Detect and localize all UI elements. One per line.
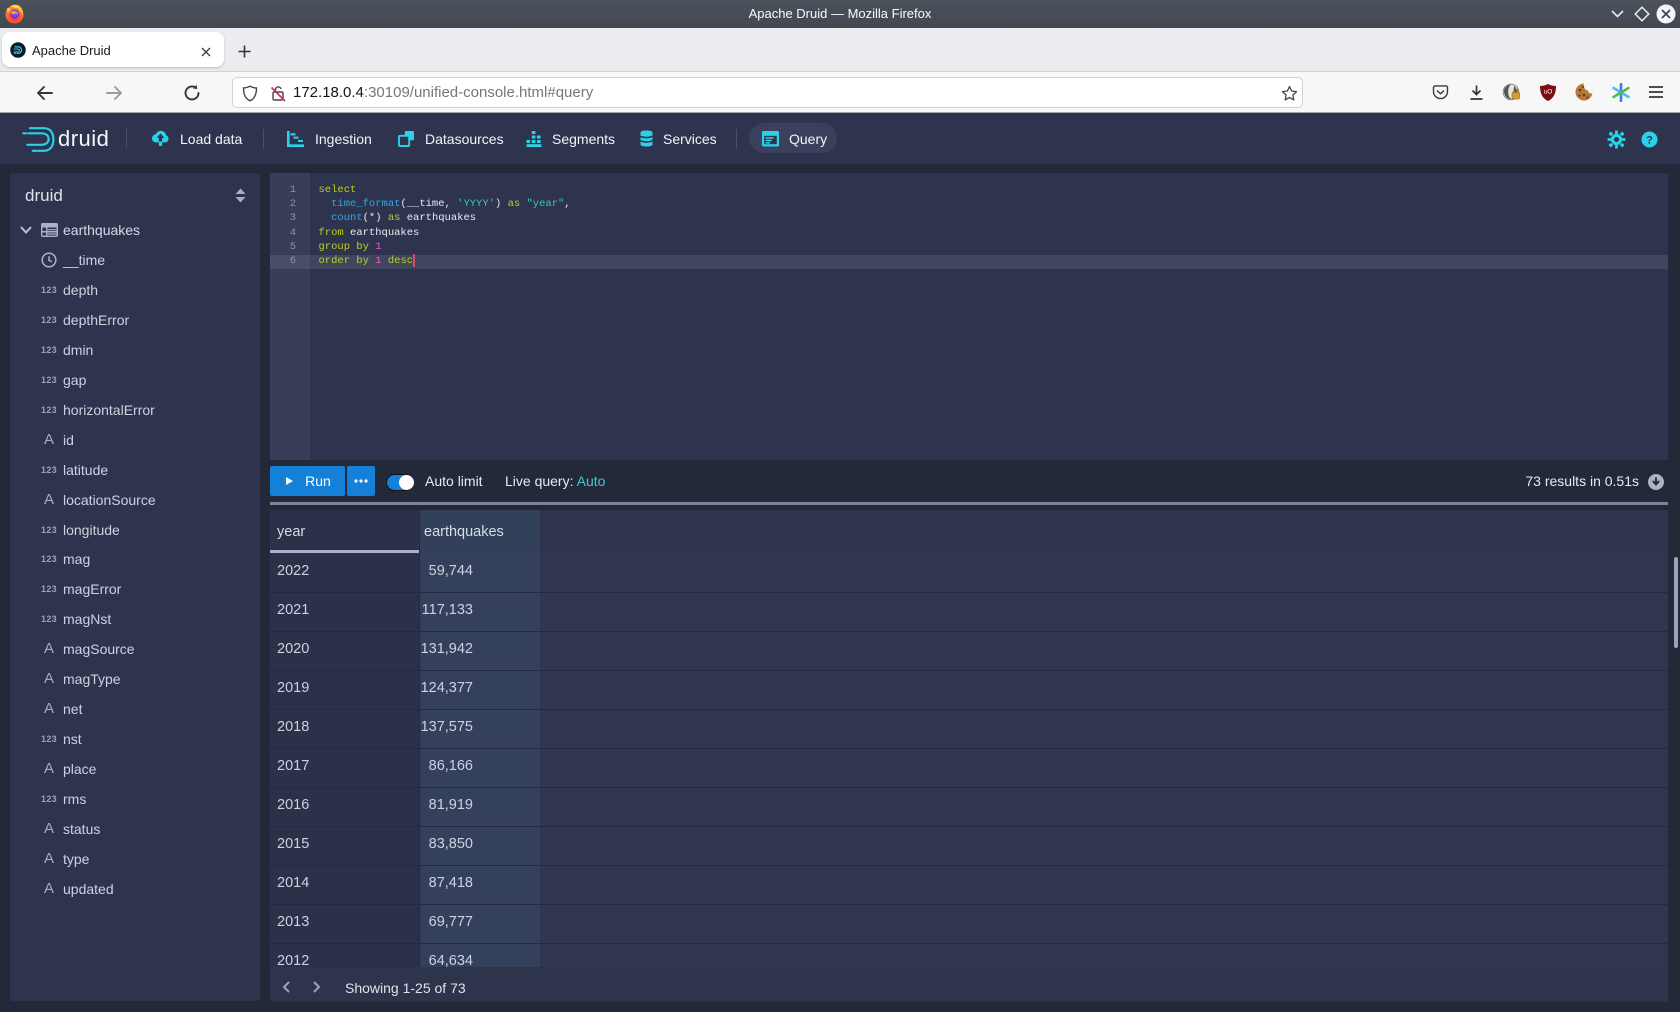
svg-text:uO: uO bbox=[1544, 89, 1553, 96]
svg-text:?: ? bbox=[1646, 135, 1653, 147]
